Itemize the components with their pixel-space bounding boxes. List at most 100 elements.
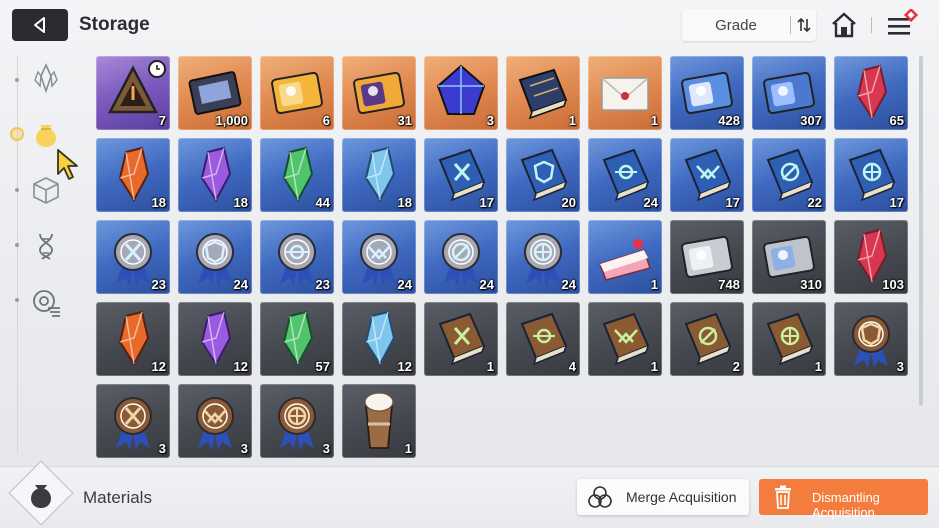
item-count: 57 [315, 359, 330, 374]
inventory-slot[interactable]: 44 [260, 138, 334, 212]
inventory-slot[interactable]: 31 [342, 56, 416, 130]
item-count: 24 [397, 277, 412, 292]
category-label: Materials [83, 488, 152, 507]
item-count: 12 [233, 359, 248, 374]
sidebar-dot [15, 188, 19, 192]
home-icon [832, 12, 856, 38]
page-title: Storage [79, 14, 150, 35]
item-count: 2 [732, 359, 740, 374]
header-divider [871, 17, 872, 33]
inventory-slot[interactable]: 1 [506, 56, 580, 130]
inventory-slot[interactable]: 310 [752, 220, 826, 294]
inventory-slot[interactable]: 4 [506, 302, 580, 376]
sort-grade-dropdown[interactable]: Grade [682, 9, 816, 41]
inventory-slot[interactable]: 2 [670, 302, 744, 376]
inventory-slot[interactable]: 6 [260, 56, 334, 130]
inventory-slot[interactable]: 12 [178, 302, 252, 376]
item-count: 6 [322, 113, 330, 128]
inventory-scrollbar[interactable] [919, 56, 923, 406]
item-count: 24 [233, 277, 248, 292]
item-count: 12 [397, 359, 412, 374]
inventory-slot[interactable]: 1 [588, 56, 662, 130]
inventory-slot[interactable]: 1,000 [178, 56, 252, 130]
item-count: 3 [486, 113, 494, 128]
item-count: 1 [568, 113, 576, 128]
item-count: 31 [397, 113, 412, 128]
inventory-slot[interactable]: 24 [178, 220, 252, 294]
sort-label: Grade [715, 17, 757, 34]
dna-icon [39, 233, 53, 260]
inventory-slot[interactable]: 17 [424, 138, 498, 212]
item-count: 24 [561, 277, 576, 292]
item-count: 1 [650, 359, 658, 374]
inventory-slot[interactable]: 1 [752, 302, 826, 376]
inventory-slot[interactable]: 18 [96, 138, 170, 212]
item-count: 65 [889, 113, 904, 128]
sidebar-dot [15, 298, 19, 302]
item-count: 1 [650, 277, 658, 292]
inventory-slot[interactable]: 3 [424, 56, 498, 130]
pointer-cursor-icon [57, 149, 78, 180]
inventory-slot[interactable]: 1 [588, 220, 662, 294]
inventory-slot[interactable]: 24 [506, 220, 580, 294]
item-count: 18 [397, 195, 412, 210]
inventory-slot[interactable]: 1 [424, 302, 498, 376]
inventory-slot[interactable]: 3 [178, 384, 252, 458]
inventory-slot[interactable]: 748 [670, 220, 744, 294]
inventory-slot[interactable]: 18 [342, 138, 416, 212]
item-count: 12 [151, 359, 166, 374]
inventory-slot[interactable]: 65 [834, 56, 908, 130]
inventory-slot[interactable]: 24 [588, 138, 662, 212]
item-count: 307 [800, 113, 822, 128]
inventory-slot[interactable]: 23 [260, 220, 334, 294]
item-count: 17 [479, 195, 494, 210]
inventory-slot[interactable]: 3 [834, 302, 908, 376]
hamburger-menu-icon [888, 7, 919, 35]
inventory-slot[interactable]: 7 [96, 56, 170, 130]
trash-icon [775, 485, 791, 509]
inventory-slot[interactable]: 307 [752, 56, 826, 130]
inventory-slot[interactable]: 22 [752, 138, 826, 212]
inventory-slot[interactable]: 1 [342, 384, 416, 458]
item-count: 17 [889, 195, 904, 210]
sidebar-tab-dna[interactable] [28, 228, 64, 264]
item-count: 3 [240, 441, 248, 456]
inventory-slot[interactable]: 428 [670, 56, 744, 130]
inventory-slot[interactable]: 17 [834, 138, 908, 212]
inventory-slot[interactable]: 103 [834, 220, 908, 294]
menu-button[interactable] [884, 7, 920, 41]
item-count: 428 [718, 113, 740, 128]
merge-acquisition-button[interactable]: Merge Acquisition [577, 479, 749, 515]
inventory-slot[interactable]: 17 [670, 138, 744, 212]
sidebar-tab-materials[interactable] [28, 116, 64, 152]
item-count: 3 [896, 359, 904, 374]
item-count: 23 [315, 277, 330, 292]
inventory-slot[interactable]: 24 [342, 220, 416, 294]
dismantling-acquisition-label: Dismantling Acquisition [812, 490, 880, 520]
inventory-slot[interactable]: 1 [588, 302, 662, 376]
sidebar-dot [15, 243, 19, 247]
item-count: 24 [479, 277, 494, 292]
inventory-slot[interactable]: 12 [342, 302, 416, 376]
inventory-slot[interactable]: 3 [260, 384, 334, 458]
item-count: 1 [404, 441, 412, 456]
sort-order-icon[interactable] [794, 15, 814, 35]
inventory-slot[interactable]: 20 [506, 138, 580, 212]
inventory-slot[interactable]: 3 [96, 384, 170, 458]
inventory-slot[interactable]: 18 [178, 138, 252, 212]
item-count: 22 [807, 195, 822, 210]
inventory-slot[interactable]: 57 [260, 302, 334, 376]
item-count: 310 [800, 277, 822, 292]
inventory-slot[interactable]: 12 [96, 302, 170, 376]
item-count: 1 [486, 359, 494, 374]
sidebar-tab-crystal[interactable] [28, 60, 64, 96]
item-count: 24 [643, 195, 658, 210]
inventory-slot[interactable]: 24 [424, 220, 498, 294]
merge-circles-icon [588, 486, 612, 508]
dismantling-acquisition-button[interactable]: Dismantling Acquisition [759, 479, 928, 520]
sidebar-tab-disc[interactable] [28, 284, 64, 320]
item-count: 748 [718, 277, 740, 292]
home-button[interactable] [828, 9, 860, 41]
back-button[interactable] [12, 9, 68, 41]
inventory-slot[interactable]: 23 [96, 220, 170, 294]
